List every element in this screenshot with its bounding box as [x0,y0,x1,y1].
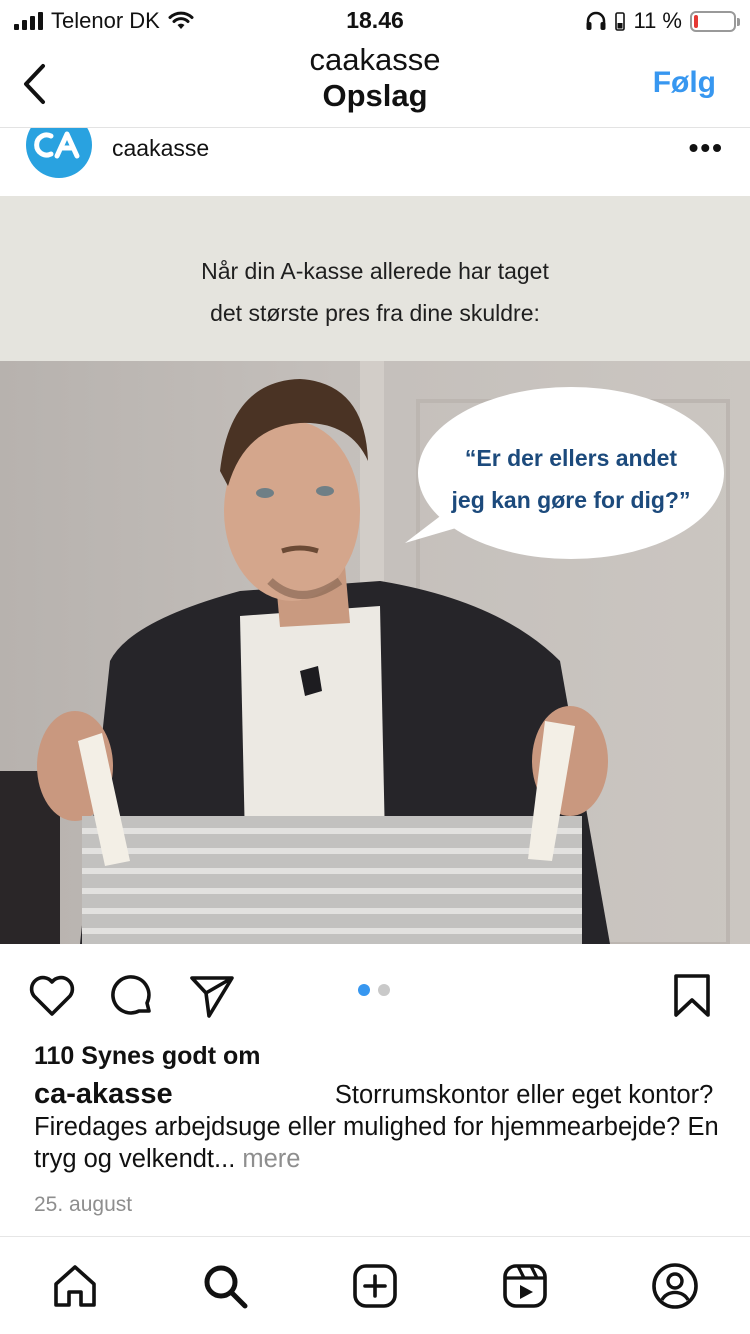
avatar[interactable] [26,128,92,178]
carousel-dot [358,984,370,996]
post-image[interactable]: Når din A-kasse allerede har taget det s… [0,196,750,944]
nav-account-name: caakasse [309,42,441,77]
post-date: 25. august [34,1193,133,1216]
create-icon[interactable] [350,1261,400,1311]
reels-icon[interactable] [500,1261,550,1311]
bottom-tab-bar [0,1236,750,1334]
speech-bubble-text: “Er der ellers andet jeg kan gøre for di… [418,437,724,521]
heart-icon[interactable] [28,972,76,1020]
more-link[interactable]: mere [242,1145,300,1173]
nav-header: caakasse Opslag Følg [0,40,750,128]
ca-logo [34,131,80,159]
home-icon[interactable] [50,1261,100,1311]
profile-icon[interactable] [650,1261,700,1311]
banner-line-1: Når din A-kasse allerede har taget [201,258,549,284]
post-actions [0,944,750,1040]
nav-titles: caakasse Opslag [0,42,750,114]
comment-icon[interactable] [108,972,156,1020]
like-count[interactable]: 110 Synes godt om [34,1042,260,1071]
carousel-indicator [358,984,390,996]
more-options-icon[interactable]: ••• [689,132,724,164]
image-banner: Når din A-kasse allerede har taget det s… [0,196,750,361]
status-right: 11 % [585,8,740,34]
banner-line-2: det største pres fra dine skuldre: [210,300,540,326]
post-username[interactable]: caakasse [112,135,209,162]
battery-icon [690,10,740,32]
page-title: Opslag [322,78,428,113]
share-icon[interactable] [188,972,236,1020]
bubble-line-1: “Er der ellers andet [464,445,678,471]
photo: “Er der ellers andet jeg kan gøre for di… [0,361,750,944]
caption-username[interactable]: ca-akasse [34,1078,173,1110]
search-icon[interactable] [200,1261,250,1311]
follow-button[interactable]: Følg [653,66,716,100]
bubble-line-2: jeg kan gøre for dig?” [451,487,691,513]
headphones-icon [586,11,606,30]
battery-small-icon [615,12,626,31]
carousel-dot [378,984,390,996]
post-caption: ca-akasse Storrumskontor eller eget kont… [34,1078,724,1175]
bookmark-icon[interactable] [668,972,716,1020]
battery-percent: 11 % [633,8,682,33]
battery-fill [694,14,698,28]
post-header: caakasse ••• [0,128,750,196]
status-bar: Telenor DK 18.46 11 % [0,0,750,40]
